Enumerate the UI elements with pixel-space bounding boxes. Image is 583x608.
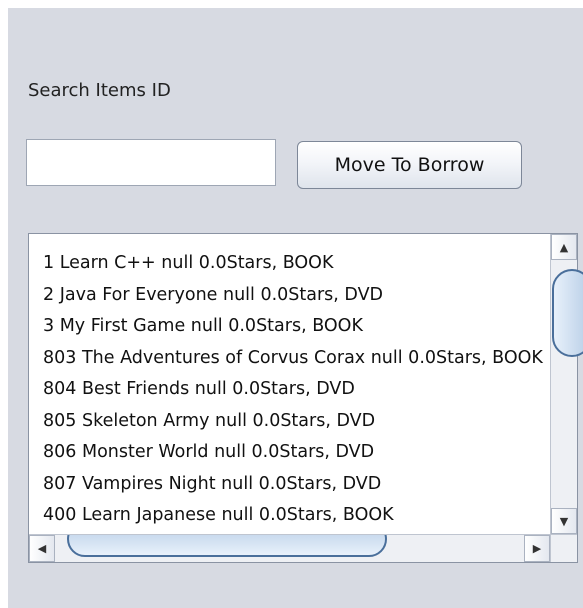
vertical-scrollbar[interactable]: ▲ ▼ [550,234,583,534]
items-list: 1 Learn C++ null 0.0Stars, BOOK 2 Java F… [29,234,550,532]
list-item[interactable]: 806 Monster World null 0.0Stars, DVD [43,437,550,469]
items-list-box: 1 Learn C++ null 0.0Stars, BOOK 2 Java F… [28,233,583,563]
left-arrow-icon[interactable]: ◀ [29,535,55,562]
horizontal-scrollbar[interactable]: ◀ ▶ [29,534,550,562]
horizontal-scroll-thumb[interactable] [67,535,387,557]
list-item[interactable]: 400 Learn Japanese null 0.0Stars, BOOK [43,500,550,532]
right-arrow-icon[interactable]: ▶ [524,535,550,562]
up-arrow-icon[interactable]: ▲ [551,234,577,260]
list-item[interactable]: 807 Vampires Night null 0.0Stars, DVD [43,469,550,501]
search-items-input[interactable] [26,139,276,186]
move-to-borrow-button[interactable]: Move To Borrow [297,141,522,189]
list-item[interactable]: 2 Java For Everyone null 0.0Stars, DVD [43,280,550,312]
list-item[interactable]: 804 Best Friends null 0.0Stars, DVD [43,374,550,406]
list-item[interactable]: 1 Learn C++ null 0.0Stars, BOOK [43,248,550,280]
down-arrow-icon[interactable]: ▼ [551,508,577,534]
list-item[interactable]: 805 Skeleton Army null 0.0Stars, DVD [43,406,550,438]
scrollbar-corner [550,534,577,562]
list-item[interactable]: 3 My First Game null 0.0Stars, BOOK [43,311,550,343]
search-items-label: Search Items ID [28,80,171,101]
search-panel: Search Items ID Move To Borrow 1 Learn C… [8,8,583,608]
list-item[interactable]: 803 The Adventures of Corvus Corax null … [43,343,550,375]
vertical-scroll-thumb[interactable] [552,269,583,357]
items-list-viewport: 1 Learn C++ null 0.0Stars, BOOK 2 Java F… [29,234,550,534]
